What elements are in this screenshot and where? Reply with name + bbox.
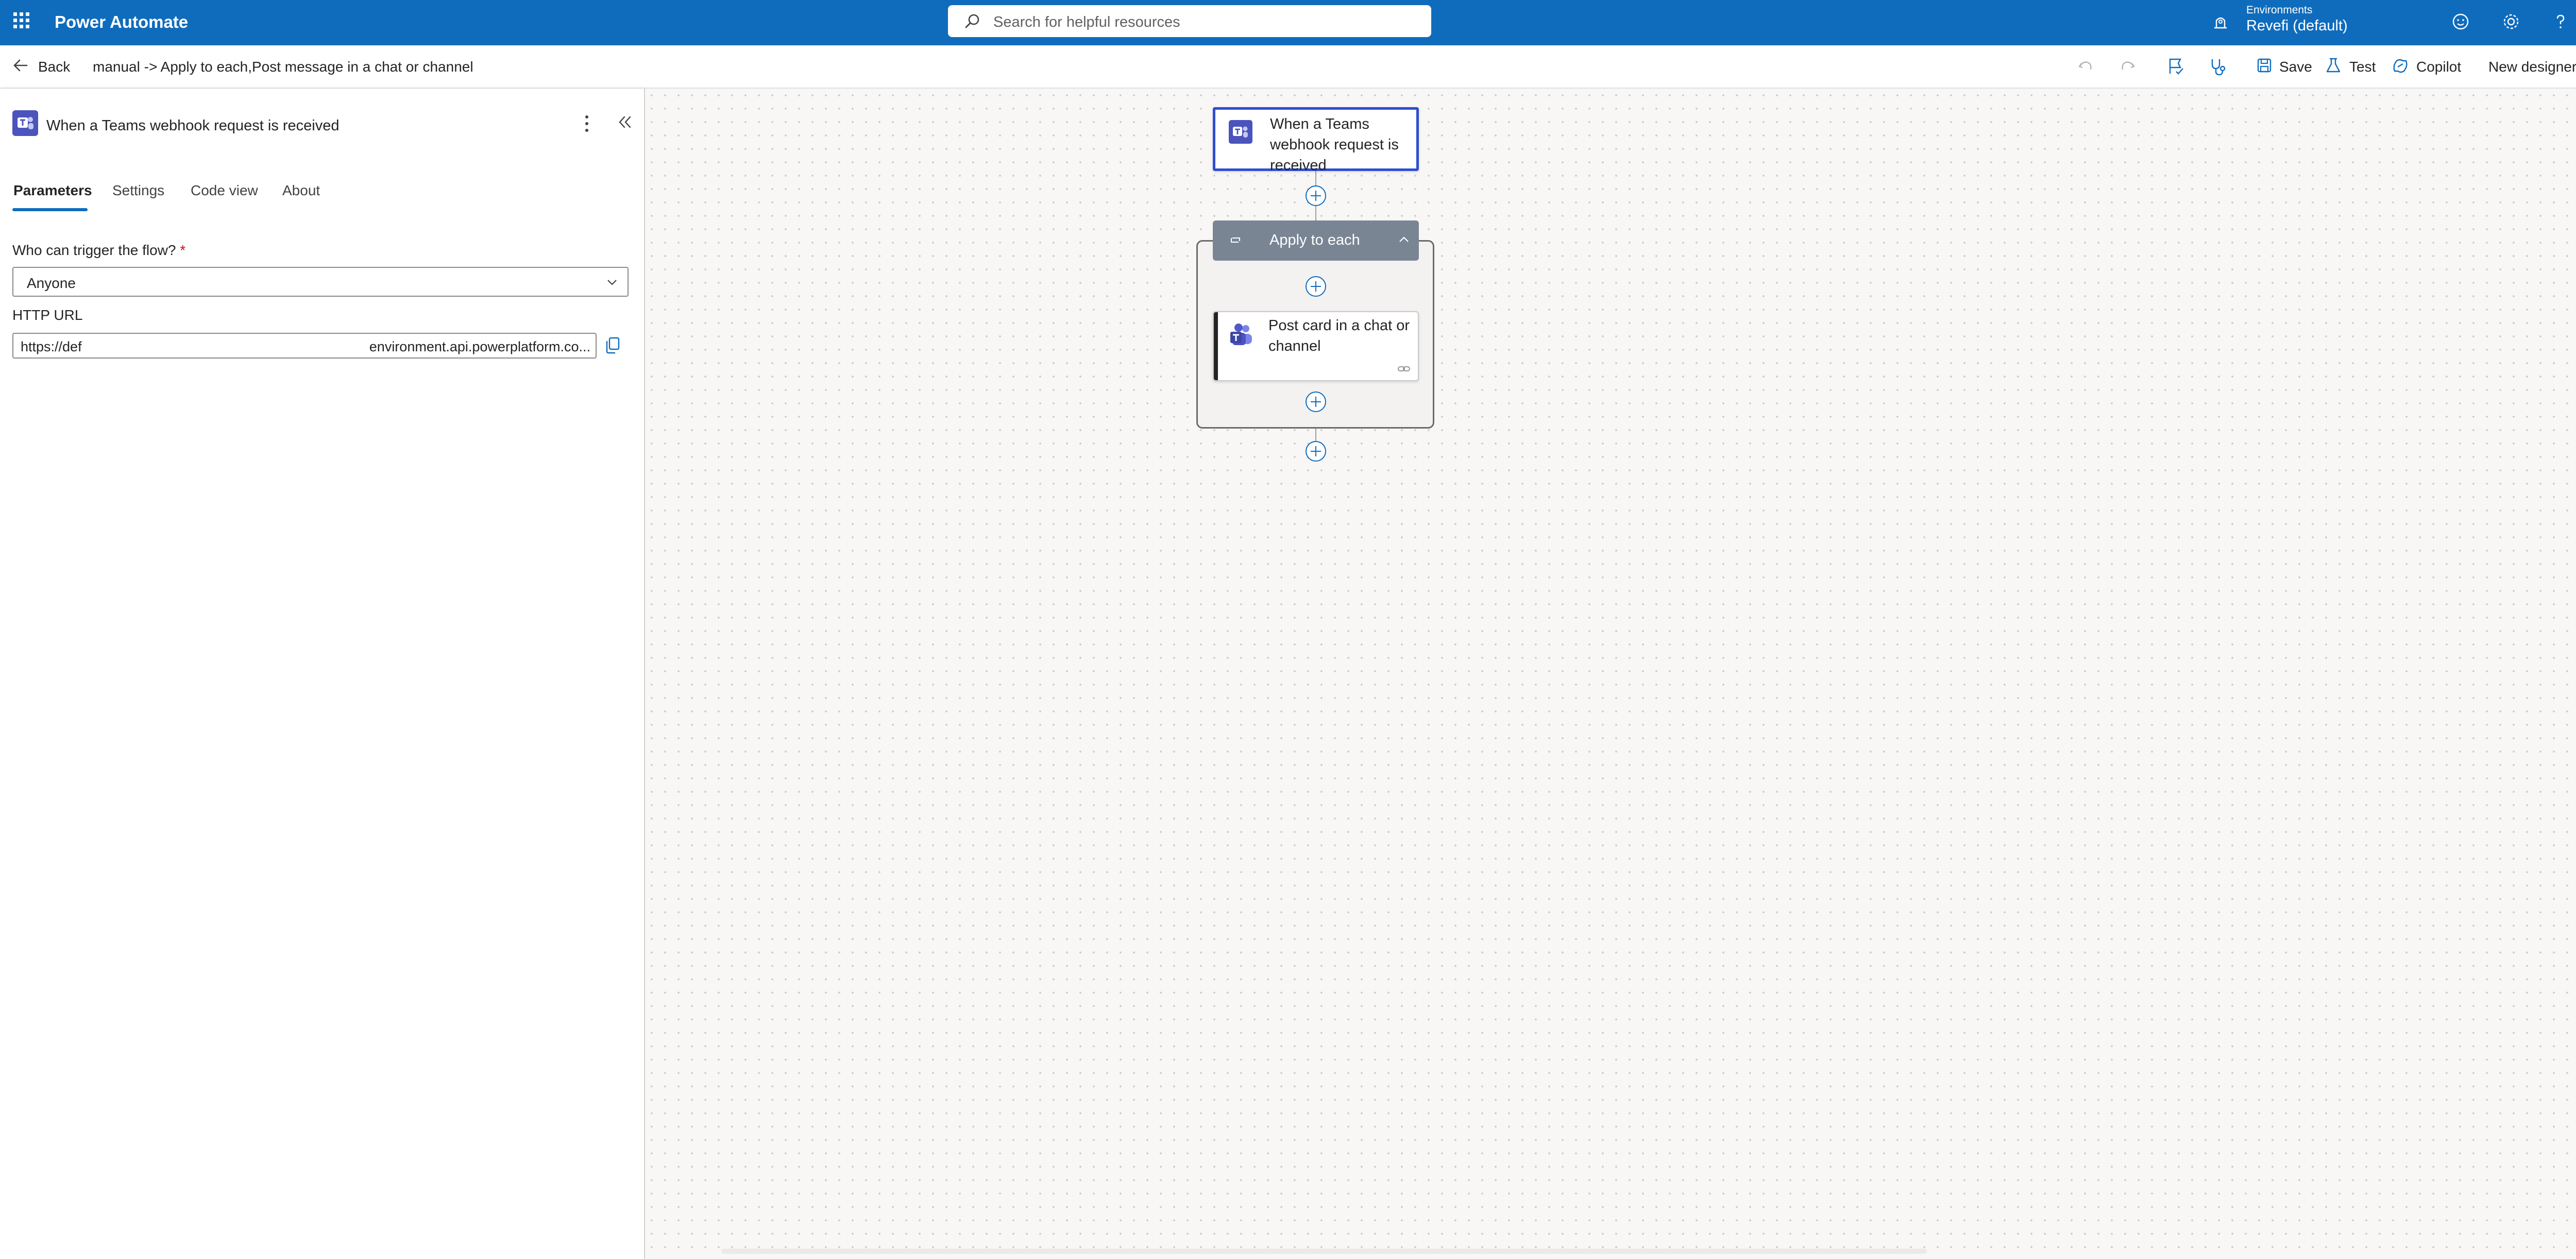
action-line-1: Post card in a chat or <box>1268 317 1410 334</box>
trigger-permission-text: Who can trigger the flow? <box>12 242 176 258</box>
tab-parameters[interactable]: Parameters <box>13 182 92 199</box>
arrow-left-icon <box>13 59 28 72</box>
trigger-line-2: webhook request is <box>1270 137 1399 153</box>
environment-label: Environments <box>2246 4 2313 16</box>
undo-icon[interactable] <box>2076 56 2095 77</box>
save-label: Save <box>2279 59 2312 75</box>
gear-icon[interactable] <box>2500 10 2522 33</box>
add-step-button[interactable] <box>1306 392 1326 412</box>
details-panel: When a Teams webhook request is received… <box>0 89 645 1259</box>
required-mark: * <box>180 242 186 258</box>
tab-settings[interactable]: Settings <box>112 182 164 199</box>
back-label: Back <box>38 59 71 75</box>
http-url-label: HTTP URL <box>12 307 83 323</box>
trigger-permission-dropdown[interactable]: Anyone <box>12 267 629 297</box>
redo-icon[interactable] <box>2119 56 2137 77</box>
teams-icon <box>12 110 38 136</box>
canvas-scrollbar[interactable] <box>721 1249 1927 1254</box>
panel-title: When a Teams webhook request is received <box>46 117 340 134</box>
post-card-action-node[interactable]: Post card in a chat or channel <box>1213 311 1419 381</box>
copilot-button[interactable]: Copilot <box>2391 56 2463 77</box>
teams-icon <box>1229 120 1252 144</box>
apply-to-each-header[interactable]: Apply to each <box>1213 220 1419 261</box>
test-button[interactable]: Test <box>2325 56 2381 77</box>
double-chevron-left-icon[interactable] <box>616 113 634 131</box>
url-end: environment.api.powerplatform.co... <box>369 339 590 354</box>
breadcrumb: manual -> Apply to each,Post message in … <box>93 59 473 75</box>
copilot-label: Copilot <box>2416 59 2462 75</box>
http-url-field[interactable]: https://def environment.api.powerplatfor… <box>12 333 597 359</box>
scope-title: Apply to each <box>1269 232 1360 248</box>
new-designer-text: New designer <box>2488 59 2576 75</box>
add-step-button[interactable] <box>1306 276 1326 297</box>
more-vertical-icon[interactable] <box>579 112 595 135</box>
flow-checker-icon[interactable] <box>2166 56 2187 77</box>
trigger-line-1: When a Teams <box>1270 116 1369 132</box>
action-line-2: channel <box>1268 338 1321 354</box>
tab-code-view[interactable]: Code view <box>191 182 258 199</box>
save-icon <box>2257 58 2272 73</box>
search-input[interactable]: Search for helpful resources <box>948 5 1431 37</box>
trigger-node[interactable]: When a Teams webhook request is received <box>1213 107 1419 174</box>
trigger-permission-label: Who can trigger the flow? * <box>12 242 185 259</box>
save-button[interactable]: Save <box>2256 56 2312 77</box>
smiley-icon[interactable] <box>2449 10 2472 33</box>
copilot-icon <box>2393 59 2408 73</box>
app-header: Power Automate Search for helpful resour… <box>0 0 2576 45</box>
add-step-button[interactable] <box>1306 441 1326 462</box>
test-label: Test <box>2349 59 2376 75</box>
add-step-button[interactable] <box>1306 185 1326 206</box>
flask-icon <box>2326 58 2341 73</box>
command-bar: Back manual -> Apply to each,Post messag… <box>0 45 2576 89</box>
search-placeholder: Search for helpful resources <box>993 14 1180 30</box>
environment-selector[interactable]: Revefi (default) <box>2246 18 2348 35</box>
teams-icon <box>1230 324 1252 345</box>
chevron-up-icon[interactable] <box>1397 234 1411 245</box>
search-icon <box>965 14 979 28</box>
action-node-title: Post card in a chat or channel <box>1268 315 1410 356</box>
action-status-bar <box>1214 312 1218 380</box>
chevron-down-icon <box>607 280 617 285</box>
loop-icon <box>1231 237 1240 243</box>
trigger-line-3: received <box>1270 157 1327 174</box>
active-tab-indicator <box>12 208 88 211</box>
trigger-node-title: When a Teams webhook request is received <box>1270 114 1399 176</box>
environment-icon[interactable] <box>2210 11 2231 32</box>
tab-about[interactable]: About <box>282 182 320 199</box>
url-start: https://def <box>21 339 82 354</box>
dropdown-value: Anyone <box>27 275 76 291</box>
link-icon <box>1398 366 1410 371</box>
app-title[interactable]: Power Automate <box>55 12 188 32</box>
help-icon[interactable] <box>2549 10 2572 33</box>
flow-canvas[interactable] <box>645 89 2576 1259</box>
waffle-icon[interactable] <box>12 11 31 30</box>
copy-icon[interactable] <box>604 335 622 355</box>
stethoscope-icon[interactable] <box>2207 56 2228 77</box>
